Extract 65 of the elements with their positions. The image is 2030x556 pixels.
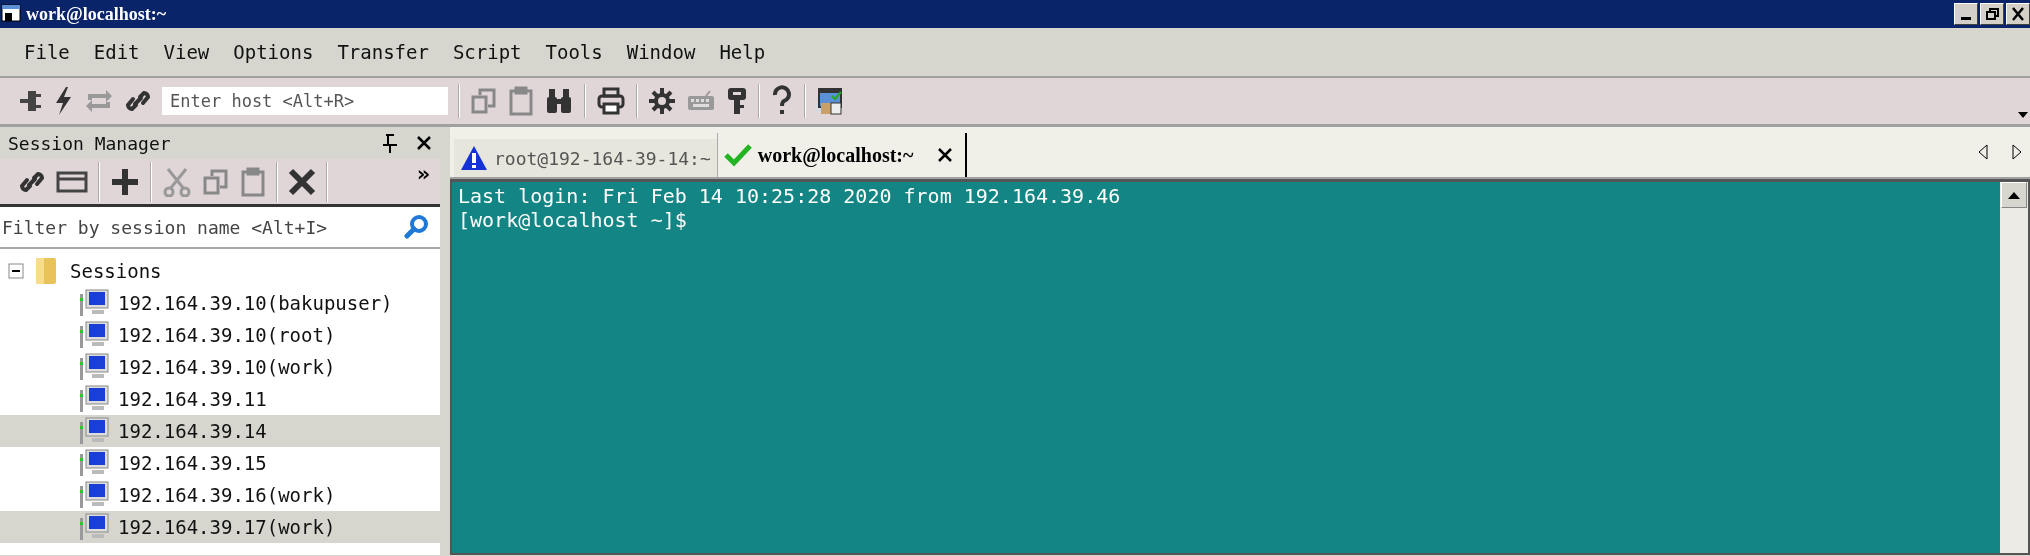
minimize-button[interactable] <box>1954 3 1978 25</box>
tree-item[interactable]: Sessions <box>0 255 440 287</box>
terminal-line: Last login: Fri Feb 14 10:25:28 2020 from 192.164.39.46 <box>458 184 1122 208</box>
restore-icon <box>1985 6 1999 22</box>
window-icon[interactable] <box>56 169 88 194</box>
scroll-left-icon[interactable] <box>1978 144 1988 160</box>
restore-button[interactable] <box>1980 3 2004 25</box>
tree-item[interactable]: 192.164.39.11 <box>0 383 440 415</box>
scrollbar[interactable] <box>2000 182 2028 553</box>
tree-item[interactable]: 192.164.39.14 <box>0 415 440 447</box>
close-icon[interactable] <box>937 147 954 163</box>
collapse-icon[interactable] <box>8 263 24 279</box>
scroll-up-button[interactable] <box>2001 182 2027 208</box>
checkmark-icon <box>723 143 752 167</box>
terminal-line: [work@localhost ~]$ <box>458 208 688 232</box>
menu-item[interactable]: Transfer <box>327 37 439 67</box>
pin-icon[interactable] <box>382 133 398 153</box>
menu-item[interactable]: Window <box>616 37 706 67</box>
menu-item[interactable]: File <box>14 37 80 67</box>
binoculars-icon[interactable] <box>544 87 574 115</box>
close-button[interactable] <box>2006 3 2030 25</box>
close-icon <box>2011 6 2025 22</box>
minimize-icon <box>1961 17 1971 20</box>
computer-icon <box>78 480 110 510</box>
panel-title: Session Manager <box>8 132 172 154</box>
computer-icon <box>78 352 110 382</box>
menu-item[interactable]: Help <box>709 37 776 67</box>
tree-item[interactable]: 192.164.39.10(root) <box>0 319 440 351</box>
close-icon[interactable] <box>416 135 432 151</box>
menu-item[interactable]: Script <box>442 37 532 67</box>
host-field[interactable]: Enter host <Alt+R> <box>162 87 448 115</box>
app-icon <box>0 3 22 25</box>
delete-icon[interactable] <box>288 167 316 196</box>
menu-item[interactable]: Options <box>223 37 324 67</box>
menu-item[interactable]: View <box>153 37 220 67</box>
menu-item[interactable]: Edit <box>83 37 150 67</box>
menu-item[interactable]: Tools <box>535 37 613 67</box>
window-title: work@localhost:~ <box>26 3 167 25</box>
scroll-right-icon[interactable] <box>2012 144 2022 160</box>
key-icon[interactable] <box>726 86 748 116</box>
overflow-button[interactable]: » <box>416 161 430 186</box>
settings-icon[interactable] <box>648 87 676 115</box>
computer-icon <box>78 448 110 478</box>
tree-item[interactable]: 192.164.39.15 <box>0 447 440 479</box>
computer-icon <box>78 288 110 318</box>
tree-item[interactable]: 192.164.39.16(work) <box>0 479 440 511</box>
session-tab[interactable]: work@localhost:~ <box>716 133 968 177</box>
tree-item[interactable]: 192.164.39.17(work) <box>0 511 440 543</box>
tree-item[interactable]: 192.164.39.10(bakupuser) <box>0 287 440 319</box>
plus-icon[interactable] <box>110 166 140 197</box>
computer-icon <box>78 384 110 414</box>
tree-item[interactable]: 192.164.39.10(work) <box>0 351 440 383</box>
session-tab[interactable]: root@192-164-39-14:~ <box>454 139 717 177</box>
clipboard-icon[interactable] <box>240 166 266 197</box>
up-arrow-icon <box>2008 191 2020 199</box>
computer-icon <box>78 320 110 350</box>
printer-icon[interactable] <box>596 87 626 115</box>
clipboard-icon[interactable] <box>508 86 534 116</box>
computer-icon <box>78 416 110 446</box>
help-icon[interactable] <box>770 85 794 117</box>
dropdown-icon[interactable] <box>2018 112 2028 118</box>
search-icon[interactable] <box>404 214 430 240</box>
terminal-screen[interactable]: Last login: Fri Feb 14 10:25:28 2020 from 192.164.39.46 [work@localhost ~]$ <box>450 179 2030 555</box>
warning-icon <box>460 145 488 171</box>
computer-icon <box>78 512 110 542</box>
